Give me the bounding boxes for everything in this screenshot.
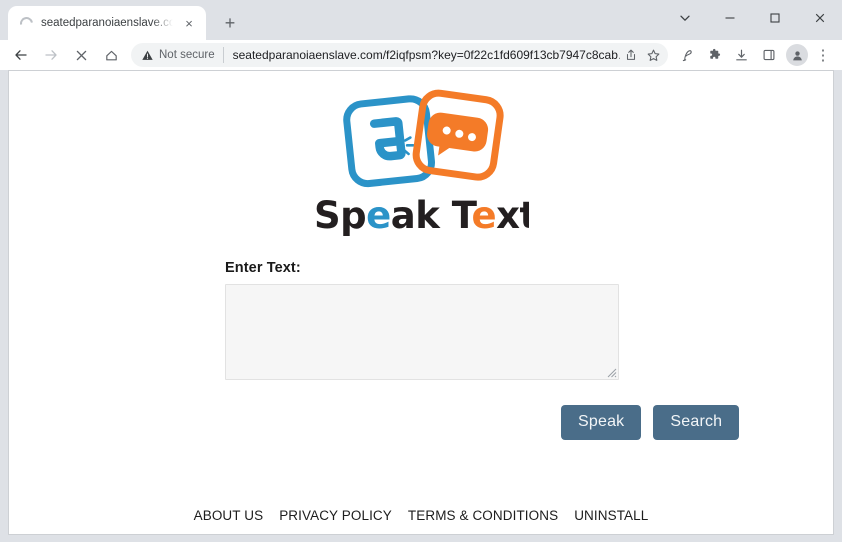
wordmark-ak: ak	[390, 194, 440, 237]
browser-toolbar: Not secure seatedparanoiaenslave.com/f2i…	[0, 40, 842, 70]
downloads-icon[interactable]	[728, 41, 755, 69]
share-icon[interactable]	[620, 44, 642, 66]
profile-avatar-icon[interactable]	[786, 44, 808, 66]
svg-text:Speak Text: Speak Text	[314, 194, 529, 237]
maximize-button[interactable]	[752, 1, 797, 35]
text-input-area[interactable]	[225, 284, 619, 380]
side-panel-icon[interactable]	[755, 41, 782, 69]
textarea-resize-handle[interactable]	[605, 366, 617, 378]
footer-link-terms-conditions[interactable]: TERMS & CONDITIONS	[400, 508, 566, 523]
tab-strip: seatedparanoiaenslave.com/f2iq × +	[0, 0, 842, 40]
wordmark-xt: xt	[496, 194, 529, 237]
close-button[interactable]	[797, 1, 842, 35]
footer-link-privacy-policy[interactable]: PRIVACY POLICY	[271, 508, 400, 523]
form-buttons: Speak Search	[225, 380, 833, 440]
wordmark-sp: Sp	[314, 194, 366, 237]
browser-tab[interactable]: seatedparanoiaenslave.com/f2iq ×	[8, 6, 206, 40]
speak-button[interactable]: Speak	[561, 405, 642, 440]
tab-search-button[interactable]	[662, 1, 707, 35]
page-footer: ABOUT US PRIVACY POLICY TERMS & CONDITIO…	[9, 508, 833, 523]
wordmark-e-orange: e	[471, 194, 496, 237]
page-viewport: Speak Text Enter Text: Speak Search	[8, 70, 834, 535]
tab-title: seatedparanoiaenslave.com/f2iq	[41, 17, 173, 29]
search-button[interactable]: Search	[653, 405, 740, 440]
loading-spinner-icon	[16, 13, 36, 33]
site-logo: Speak Text	[9, 71, 833, 240]
stop-loading-button[interactable]	[66, 41, 96, 69]
new-tab-button[interactable]: +	[216, 9, 244, 37]
speak-text-logo-icon	[342, 89, 504, 188]
speak-text-wordmark: Speak Text	[314, 194, 529, 237]
window-controls	[662, 0, 842, 36]
pen-draw-icon[interactable]	[674, 41, 701, 69]
speak-text-page: Speak Text Enter Text: Speak Search	[9, 71, 833, 534]
address-bar[interactable]: Not secure seatedparanoiaenslave.com/f2i…	[131, 43, 668, 67]
home-button[interactable]	[96, 41, 126, 69]
browser-window: seatedparanoiaenslave.com/f2iq × +	[0, 0, 842, 542]
url-text: seatedparanoiaenslave.com/f2iqfpsm?key=0…	[232, 48, 620, 62]
minimize-button[interactable]	[707, 1, 752, 35]
wordmark-e-blue: e	[366, 194, 391, 237]
not-secure-label: Not secure	[159, 49, 215, 61]
footer-link-uninstall[interactable]: UNINSTALL	[566, 508, 656, 523]
enter-text-textarea[interactable]	[226, 285, 618, 379]
extensions-puzzle-icon[interactable]	[701, 41, 728, 69]
browser-menu-button[interactable]: ⋮	[812, 41, 834, 69]
back-button[interactable]	[6, 41, 36, 69]
bookmark-star-icon[interactable]	[642, 44, 664, 66]
warning-triangle-icon	[142, 50, 153, 60]
enter-text-label: Enter Text:	[225, 260, 301, 276]
footer-link-about-us[interactable]: ABOUT US	[186, 508, 272, 523]
tab-close-icon[interactable]: ×	[180, 14, 198, 32]
text-entry-form: Enter Text: Speak Search	[9, 240, 833, 440]
forward-button[interactable]	[36, 41, 66, 69]
site-security-indicator[interactable]: Not secure	[141, 47, 224, 63]
